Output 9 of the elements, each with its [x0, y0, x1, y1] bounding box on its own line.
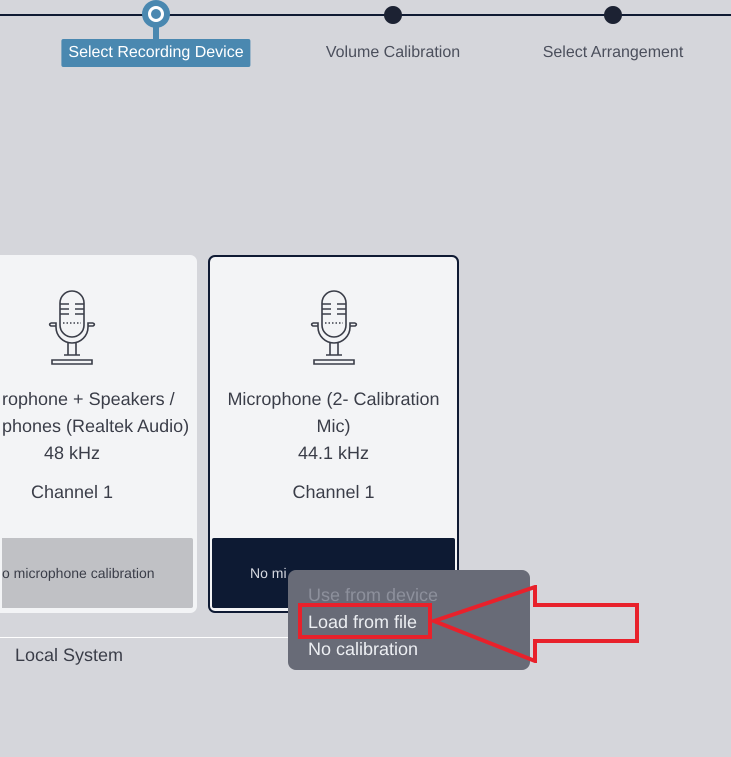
device-name: rophone + Speakers / [2, 388, 175, 411]
channel-label: Channel 1 [30, 481, 114, 504]
channel-label: Channel 1 [292, 481, 375, 504]
sample-rate: 48 kHz [44, 442, 100, 465]
sample-rate: 44.1 kHz [298, 442, 370, 465]
device-name: Mic) [316, 415, 350, 438]
device-name: Microphone (2- Calibration [227, 388, 440, 411]
group-label: Local System [15, 644, 124, 667]
device-name: phones (Realtek Audio) [2, 415, 190, 438]
